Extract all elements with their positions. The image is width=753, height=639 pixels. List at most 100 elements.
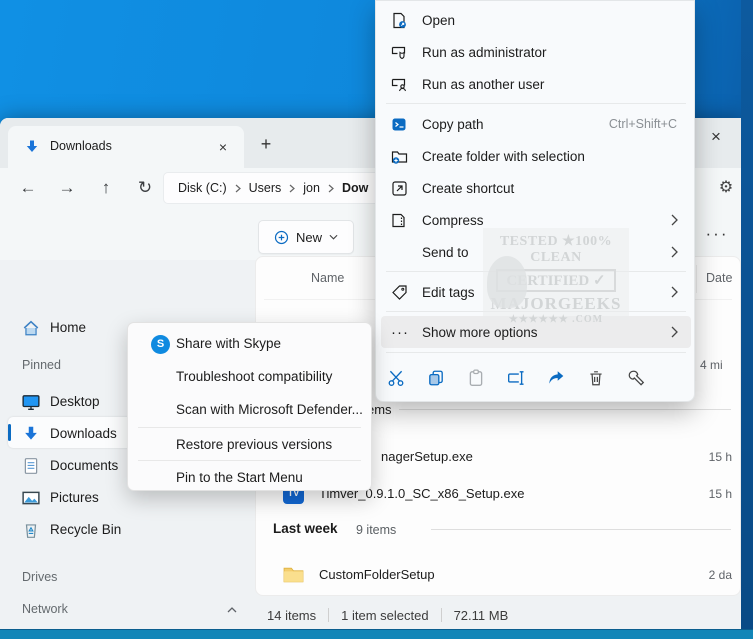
more-options-icon: ··· [391,323,409,341]
paste-button[interactable] [456,361,496,395]
menu-item-label: Show more options [422,324,538,340]
share-button[interactable] [536,361,576,395]
see-more-button[interactable]: ··· [700,222,734,250]
menu-item-label: Run as administrator [422,44,547,60]
group-divider [431,529,731,530]
breadcrumb-disk[interactable]: Disk (C:) [174,181,231,195]
majorgeeks-watermark: TESTED ★100% CLEAN CERTIFIED ✓ MAJORGEEK… [483,228,629,325]
chevron-down-icon [329,234,338,240]
tab-downloads[interactable]: Downloads × [8,126,244,168]
breadcrumb-users[interactable]: Users [245,181,286,195]
submenu-chevron-icon [671,246,678,258]
gear-icon[interactable]: ⚙ [712,175,740,201]
status-bar: 14 items 1 item selected 72.11 MB [0,602,753,628]
home-icon [23,320,39,335]
back-icon[interactable]: ← [14,174,42,202]
submenu-chevron-icon [671,286,678,298]
menu-item-open[interactable]: Open [381,4,691,36]
downloads-icon [25,426,37,440]
skype-icon: S [151,335,170,354]
breadcrumb-separator-icon [235,184,241,192]
create-folder-icon [391,150,408,164]
menu-item-label: Create folder with selection [422,148,585,164]
submenu-chevron-icon [671,326,678,338]
sidebar-item-recycle-bin[interactable]: Recycle Bin [0,514,250,545]
breadcrumb-separator-icon [328,184,334,192]
menu-item-create-shortcut[interactable]: Create shortcut [381,172,691,204]
group-header-count: 9 items [356,523,397,537]
group-header-label[interactable]: Last week [273,521,338,536]
wrench-icon [628,370,645,386]
paste-icon [469,369,483,386]
submenu-item-troubleshoot-compatibility[interactable]: Troubleshoot compatibility [131,362,368,393]
sidebar-item-label: Home [50,320,87,335]
menu-item-label: Compress [422,212,484,228]
menu-separator [386,352,686,353]
menu-item-shortcut: Ctrl+Shift+C [608,117,677,131]
sidebar-item-label: Pictures [50,490,99,505]
pictures-icon [22,491,40,504]
window-close-button[interactable]: × [696,122,736,152]
submenu-item-restore-previous-versions[interactable]: Restore previous versions [131,430,368,461]
submenu-separator [138,427,361,428]
file-row[interactable]: CustomFolderSetup 2 da [256,559,740,591]
open-icon [393,12,406,28]
tab-close-icon[interactable]: × [212,136,234,158]
copy-icon [429,370,443,386]
new-button[interactable]: New [258,220,354,254]
breadcrumb-jon[interactable]: jon [299,181,324,195]
menu-item-run-as-another-user[interactable]: Run as another user [381,68,691,100]
column-header-name[interactable]: Name [311,257,344,299]
file-name: CustomFolderSetup [319,567,435,582]
forward-icon[interactable]: → [53,174,81,202]
rename-icon [508,371,524,385]
menu-item-copy-path[interactable]: Copy path Ctrl+Shift+C [381,108,691,140]
menu-icon-bar [376,355,694,401]
new-tab-button[interactable]: + [254,132,278,156]
watermark-line4: ★★★★★★ .COM [508,314,604,325]
submenu-item-label: Share with Skype [176,336,282,351]
menu-item-run-as-administrator[interactable]: Run as administrator [381,36,691,68]
file-date: 2 da [708,568,732,582]
properties-button[interactable] [616,361,656,395]
run-admin-icon [391,46,406,59]
up-icon[interactable]: ↑ [92,174,120,202]
submenu-separator [138,460,361,461]
menu-item-create-folder-with-selection[interactable]: Create folder with selection [381,140,691,172]
drives-section-header[interactable]: Drives [22,570,57,584]
sidebar-item-label: Downloads [50,426,117,441]
sidebar-item-label: Desktop [50,394,100,409]
menu-item-label: Copy path [422,116,484,132]
menu-item-label: Open [422,12,456,28]
submenu-item-label: Scan with Microsoft Defender... [176,402,363,417]
plus-circle-icon [274,230,289,244]
submenu-item-pin-to-start-menu[interactable]: Pin to the Start Menu [131,463,368,494]
file-date: 15 h [708,450,732,464]
menu-separator [386,103,686,104]
rename-button[interactable] [496,361,536,395]
refresh-icon[interactable]: ↻ [131,174,159,202]
file-name: nagerSetup.exe [381,449,473,464]
cut-button[interactable] [376,361,416,395]
copy-path-icon [392,118,406,130]
sidebar-item-label: Recycle Bin [50,522,122,537]
edit-tags-icon [392,284,407,300]
menu-item-label: Create shortcut [422,180,515,196]
column-divider[interactable] [696,265,697,293]
breadcrumb-current[interactable]: Dow [338,181,372,195]
folder-icon [283,567,304,583]
pinned-section-header[interactable]: Pinned [22,358,61,372]
delete-button[interactable] [576,361,616,395]
submenu-item-scan-with-defender[interactable]: Scan with Microsoft Defender... [131,395,368,426]
status-selected: 1 item selected [341,607,429,623]
share-icon [549,371,564,384]
classic-submenu: S Share with Skype Troubleshoot compatib… [127,322,372,491]
submenu-item-share-with-skype[interactable]: S Share with Skype [131,329,368,360]
compress-icon [392,213,405,227]
desktop-right-edge [741,0,753,639]
column-header-date[interactable]: Date [706,257,732,299]
copy-button[interactable] [416,361,456,395]
file-date: 15 h [708,487,732,501]
submenu-item-label: Restore previous versions [176,437,333,452]
trash-icon [590,371,602,386]
